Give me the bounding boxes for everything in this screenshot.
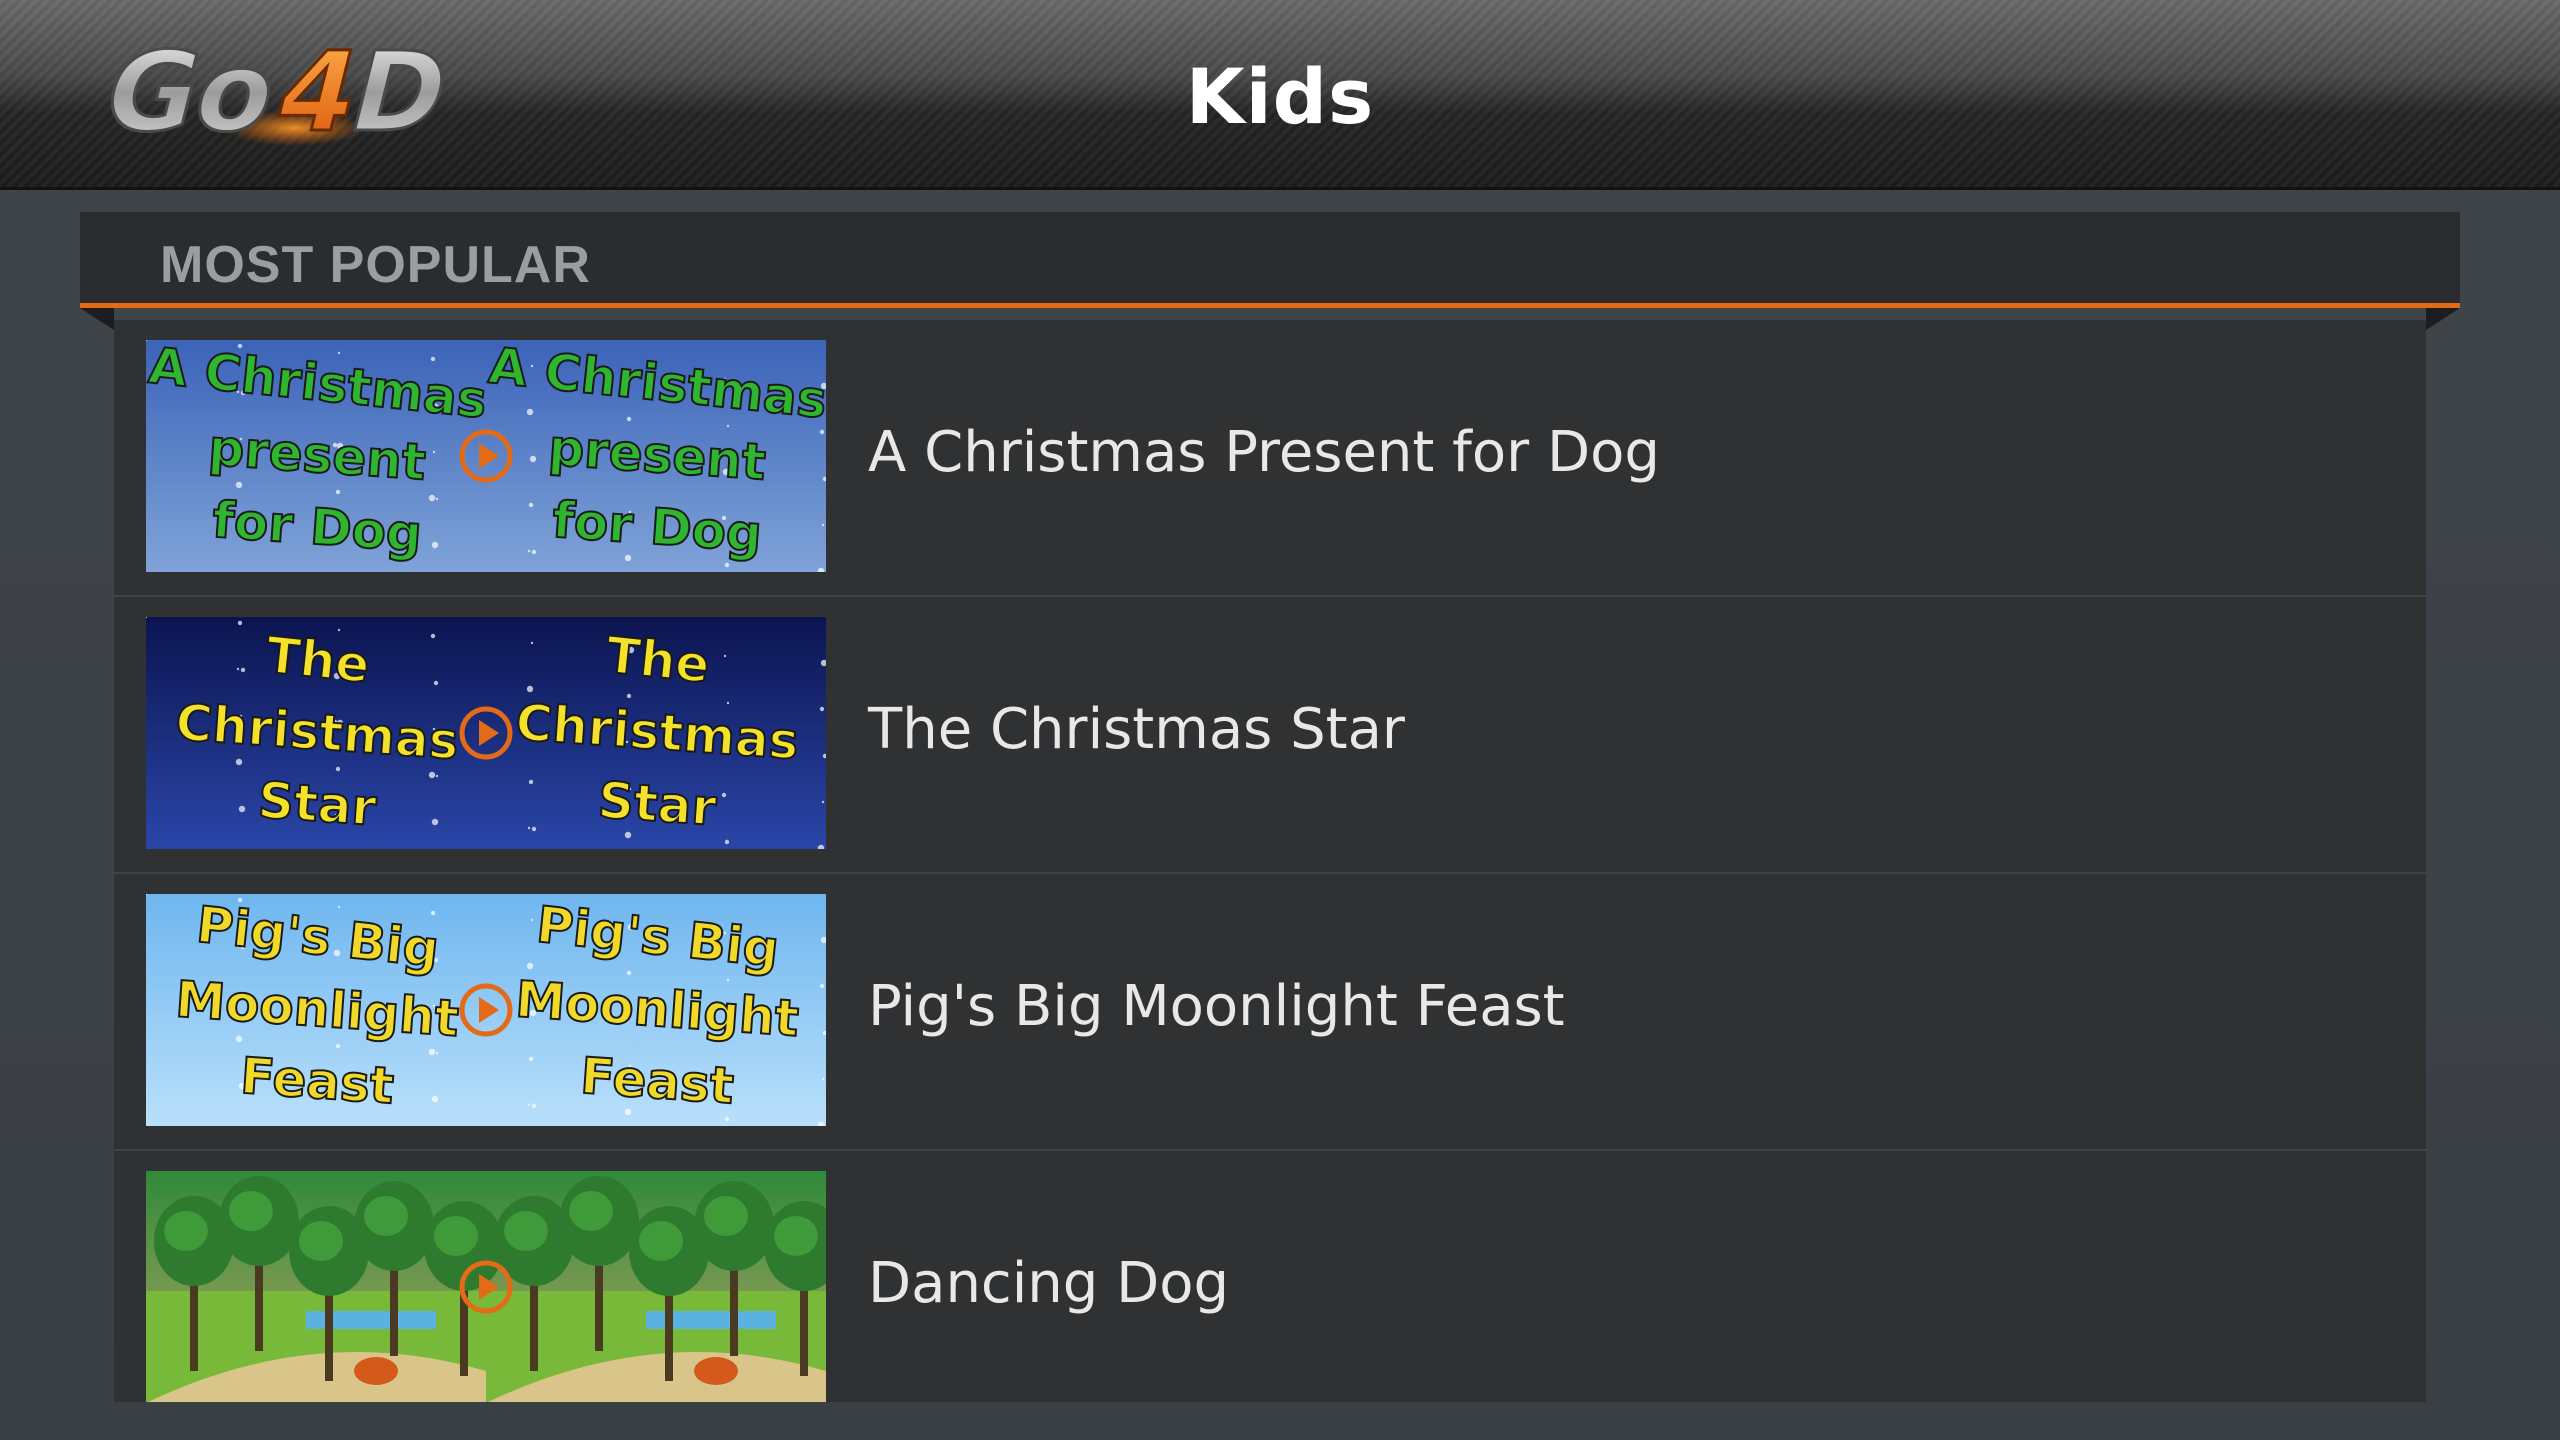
action-bar: Go 4 D Kids [0, 0, 2560, 190]
video-list[interactable]: A Christmas present for Dog A Christmas pres… [114, 320, 2426, 1402]
list-item[interactable]: Pig's Big Moonlight Feast Pig's Big Moonligh… [114, 874, 2426, 1151]
svg-text:Star: Star [596, 771, 718, 837]
ribbon-fold-left [80, 308, 114, 330]
thumbnail-art [146, 1171, 826, 1402]
svg-text:Feast: Feast [239, 1047, 396, 1116]
svg-text:The: The [603, 626, 712, 695]
thumbnail-art: TheChristmasStarTheChristmasStar [146, 617, 826, 849]
video-title: Dancing Dog [868, 1251, 1230, 1316]
svg-text:Feast: Feast [579, 1047, 736, 1116]
app-root: Go 4 D Kids MOST POPULAR A Christmas pres… [0, 0, 2560, 1440]
thumbnail-art: Pig's BigMoonlightFeastPig's BigMoonligh… [146, 894, 826, 1126]
svg-text:The: The [263, 626, 372, 695]
video-title: Pig's Big Moonlight Feast [868, 974, 1565, 1039]
thumbnail-art: A Christmaspresentfor DogA Christmaspres… [146, 340, 826, 572]
video-thumbnail[interactable] [146, 1171, 826, 1402]
list-item[interactable]: Dancing Dog [114, 1151, 2426, 1402]
section-title: MOST POPULAR [160, 236, 591, 294]
video-thumbnail[interactable]: The Christmas Star The Christmas Star [146, 617, 826, 849]
video-thumbnail[interactable]: Pig's Big Moonlight Feast Pig's Big Moonligh… [146, 894, 826, 1126]
page-title: Kids [1185, 52, 1375, 141]
svg-text:Star: Star [256, 771, 378, 837]
most-popular-section: MOST POPULAR A Christmas present for Dog A … [80, 212, 2460, 1402]
video-title: The Christmas Star [868, 697, 1405, 762]
video-thumbnail[interactable]: A Christmas present for Dog A Christmas pres… [146, 340, 826, 572]
section-header: MOST POPULAR [80, 212, 2460, 308]
list-item[interactable]: A Christmas present for Dog A Christmas pres… [114, 320, 2426, 597]
video-title: A Christmas Present for Dog [868, 420, 1660, 485]
ribbon-fold-right [2426, 308, 2460, 330]
list-item[interactable]: The Christmas Star The Christmas Star The Chr… [114, 597, 2426, 874]
